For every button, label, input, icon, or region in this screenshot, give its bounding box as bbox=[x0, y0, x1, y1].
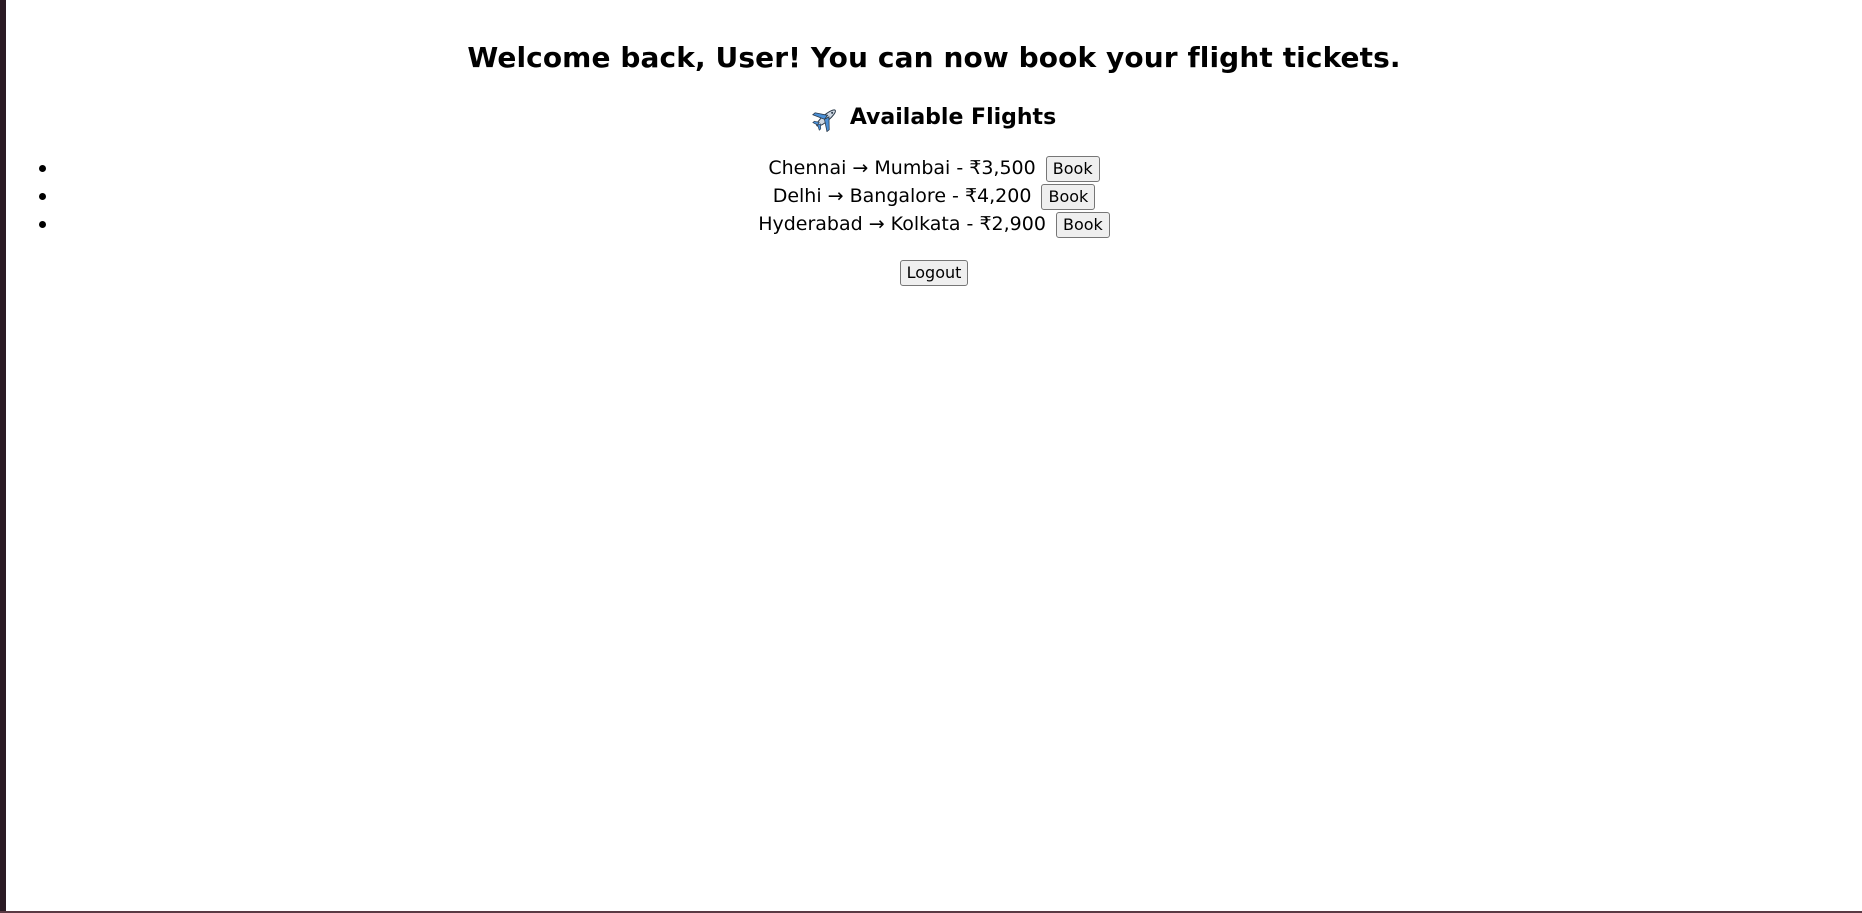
flight-route: Chennai → Mumbai - ₹3,500 bbox=[768, 157, 1036, 179]
book-button[interactable]: Book bbox=[1045, 155, 1100, 182]
flight-route: Hyderabad → Kolkata - ₹2,900 bbox=[758, 213, 1046, 235]
book-button[interactable]: Book bbox=[1055, 211, 1110, 238]
page-title: Welcome back, User! You can now book you… bbox=[467, 41, 1401, 74]
list-item: Hyderabad → Kolkata - ₹2,900 Book bbox=[6, 210, 1862, 238]
logout-button[interactable]: Logout bbox=[899, 260, 969, 286]
list-item: Delhi → Bangalore - ₹4,200 Book bbox=[6, 182, 1862, 210]
logout-container: Logout bbox=[6, 260, 1862, 286]
book-button[interactable]: Book bbox=[1041, 183, 1096, 210]
available-flights-heading: Available Flights bbox=[6, 102, 1862, 134]
airplane-icon bbox=[811, 104, 840, 132]
flight-list: Chennai → Mumbai - ₹3,500 Book Delhi → B… bbox=[6, 154, 1862, 238]
flight-route: Delhi → Bangalore - ₹4,200 bbox=[772, 185, 1032, 207]
section-title: Available Flights bbox=[849, 105, 1057, 130]
page: Welcome back, User! You can now book you… bbox=[6, 0, 1862, 911]
list-item: Chennai → Mumbai - ₹3,500 Book bbox=[6, 154, 1862, 182]
